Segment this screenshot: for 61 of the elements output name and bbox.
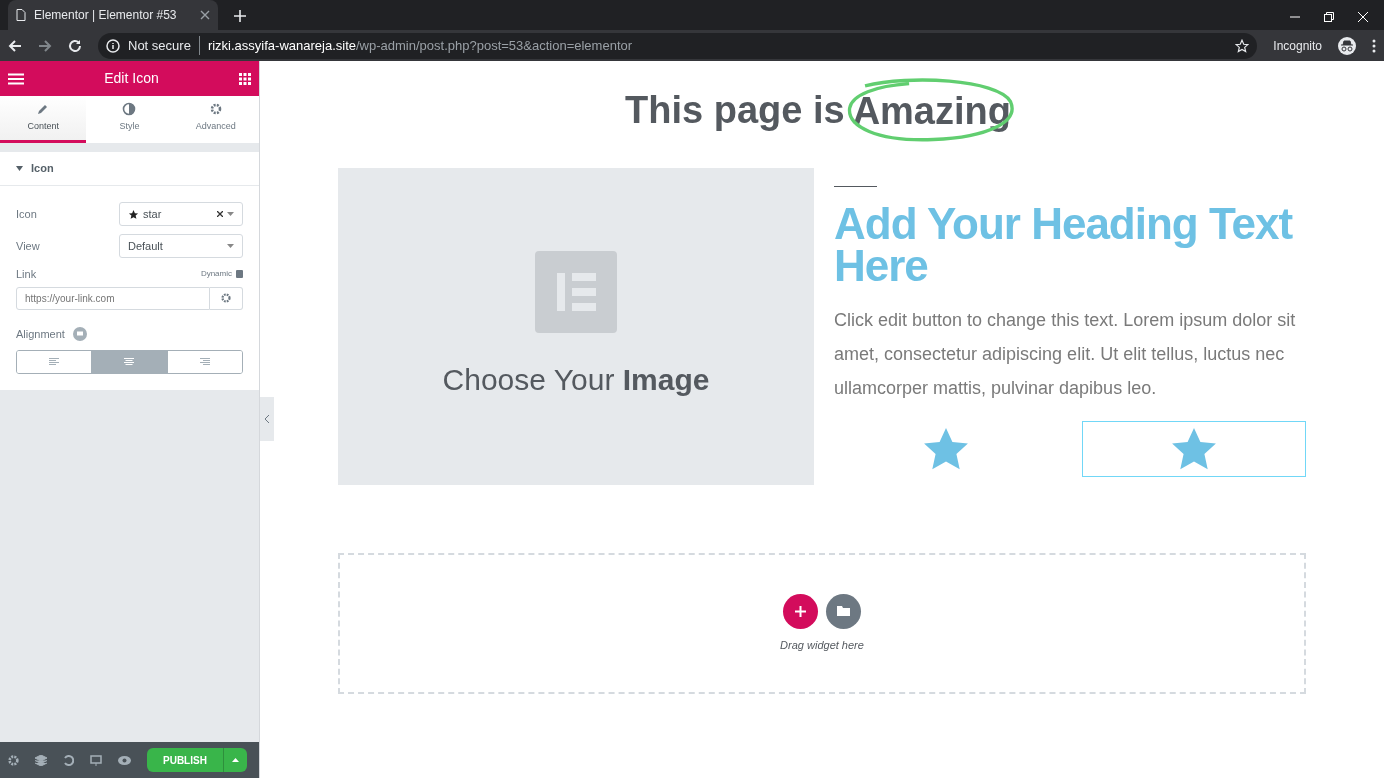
security-label[interactable]: Not secure bbox=[128, 35, 200, 56]
circled-word: Amazing bbox=[842, 77, 1019, 144]
settings-icon[interactable] bbox=[210, 286, 243, 310]
incognito-icon[interactable] bbox=[1338, 36, 1356, 55]
align-right-icon bbox=[199, 358, 210, 366]
page-title: This page is bbox=[625, 88, 845, 133]
caret-icon bbox=[227, 244, 234, 248]
url-text[interactable]: rizki.assyifa-wanareja.site/wp-admin/post.php?post=53&action=elementor bbox=[207, 35, 1228, 56]
page-icon bbox=[16, 9, 26, 21]
add-button[interactable] bbox=[783, 593, 818, 629]
panel-tab[interactable]: Advanced bbox=[172, 96, 259, 143]
icon-select[interactable]: star bbox=[119, 202, 243, 226]
view-select[interactable]: Default bbox=[119, 234, 243, 258]
history-icon[interactable] bbox=[63, 754, 74, 766]
layers-icon[interactable] bbox=[35, 754, 47, 766]
eye-icon[interactable] bbox=[118, 755, 131, 765]
panel-tab[interactable]: Content bbox=[0, 96, 87, 143]
panel-tab[interactable]: Style bbox=[86, 96, 173, 143]
restore-icon[interactable] bbox=[1324, 12, 1334, 22]
info-icon[interactable] bbox=[106, 38, 120, 53]
menu-icon[interactable] bbox=[1372, 38, 1376, 53]
star-icon bbox=[128, 208, 139, 220]
image-placeholder[interactable]: Choose Your Image bbox=[338, 168, 814, 485]
dynamic-label[interactable]: Dynamic bbox=[200, 268, 232, 281]
star-icon bbox=[1172, 428, 1216, 470]
control-label: Alignment bbox=[16, 326, 65, 342]
collapse-handle[interactable] bbox=[260, 397, 274, 441]
profile-label[interactable]: Incognito bbox=[1273, 36, 1322, 55]
control-label: View bbox=[16, 238, 40, 254]
grid-icon[interactable] bbox=[239, 72, 251, 85]
caret-icon[interactable] bbox=[16, 166, 23, 171]
contrast-icon bbox=[122, 102, 137, 117]
section-title[interactable]: Icon bbox=[31, 160, 54, 177]
align-left-icon bbox=[49, 358, 60, 366]
drop-zone-label: Drag widget here bbox=[780, 637, 864, 653]
control-label: Icon bbox=[16, 206, 37, 222]
folder-button[interactable] bbox=[826, 593, 861, 629]
elementor-logo-icon bbox=[535, 251, 617, 333]
back-icon[interactable] bbox=[8, 38, 22, 53]
image-placeholder-text: Choose Your Image bbox=[442, 362, 710, 398]
panel-title: Edit Icon bbox=[103, 69, 160, 88]
link-field[interactable]: https://your-link.com bbox=[16, 286, 210, 310]
reload-icon[interactable] bbox=[68, 38, 82, 53]
menu-icon[interactable] bbox=[8, 72, 24, 85]
settings-icon[interactable] bbox=[8, 754, 19, 766]
body-text: Click edit button to change this text. Lorem ipsum dolor sit amet, consectetur adipiscing elit. Ut elit tellus, luctus nec ullamcorper mattis, pulvinar dapibus leo. bbox=[834, 309, 1297, 400]
desktop-icon[interactable] bbox=[90, 754, 102, 766]
plus-icon bbox=[795, 605, 806, 617]
control-label: Link bbox=[16, 267, 37, 282]
database-icon[interactable] bbox=[236, 270, 243, 279]
heading-text: Add Your Heading Text Here bbox=[834, 203, 1294, 287]
caret-icon[interactable] bbox=[222, 748, 247, 772]
clear-icon[interactable] bbox=[217, 211, 223, 217]
align-center-icon bbox=[124, 358, 135, 366]
folder-icon bbox=[837, 606, 850, 617]
forward-icon[interactable] bbox=[38, 38, 52, 53]
new-tab-icon[interactable] bbox=[234, 10, 246, 22]
caret-icon bbox=[227, 212, 234, 216]
star-icon[interactable] bbox=[1235, 38, 1250, 53]
star-icon bbox=[924, 428, 968, 470]
settings-icon bbox=[208, 102, 223, 117]
